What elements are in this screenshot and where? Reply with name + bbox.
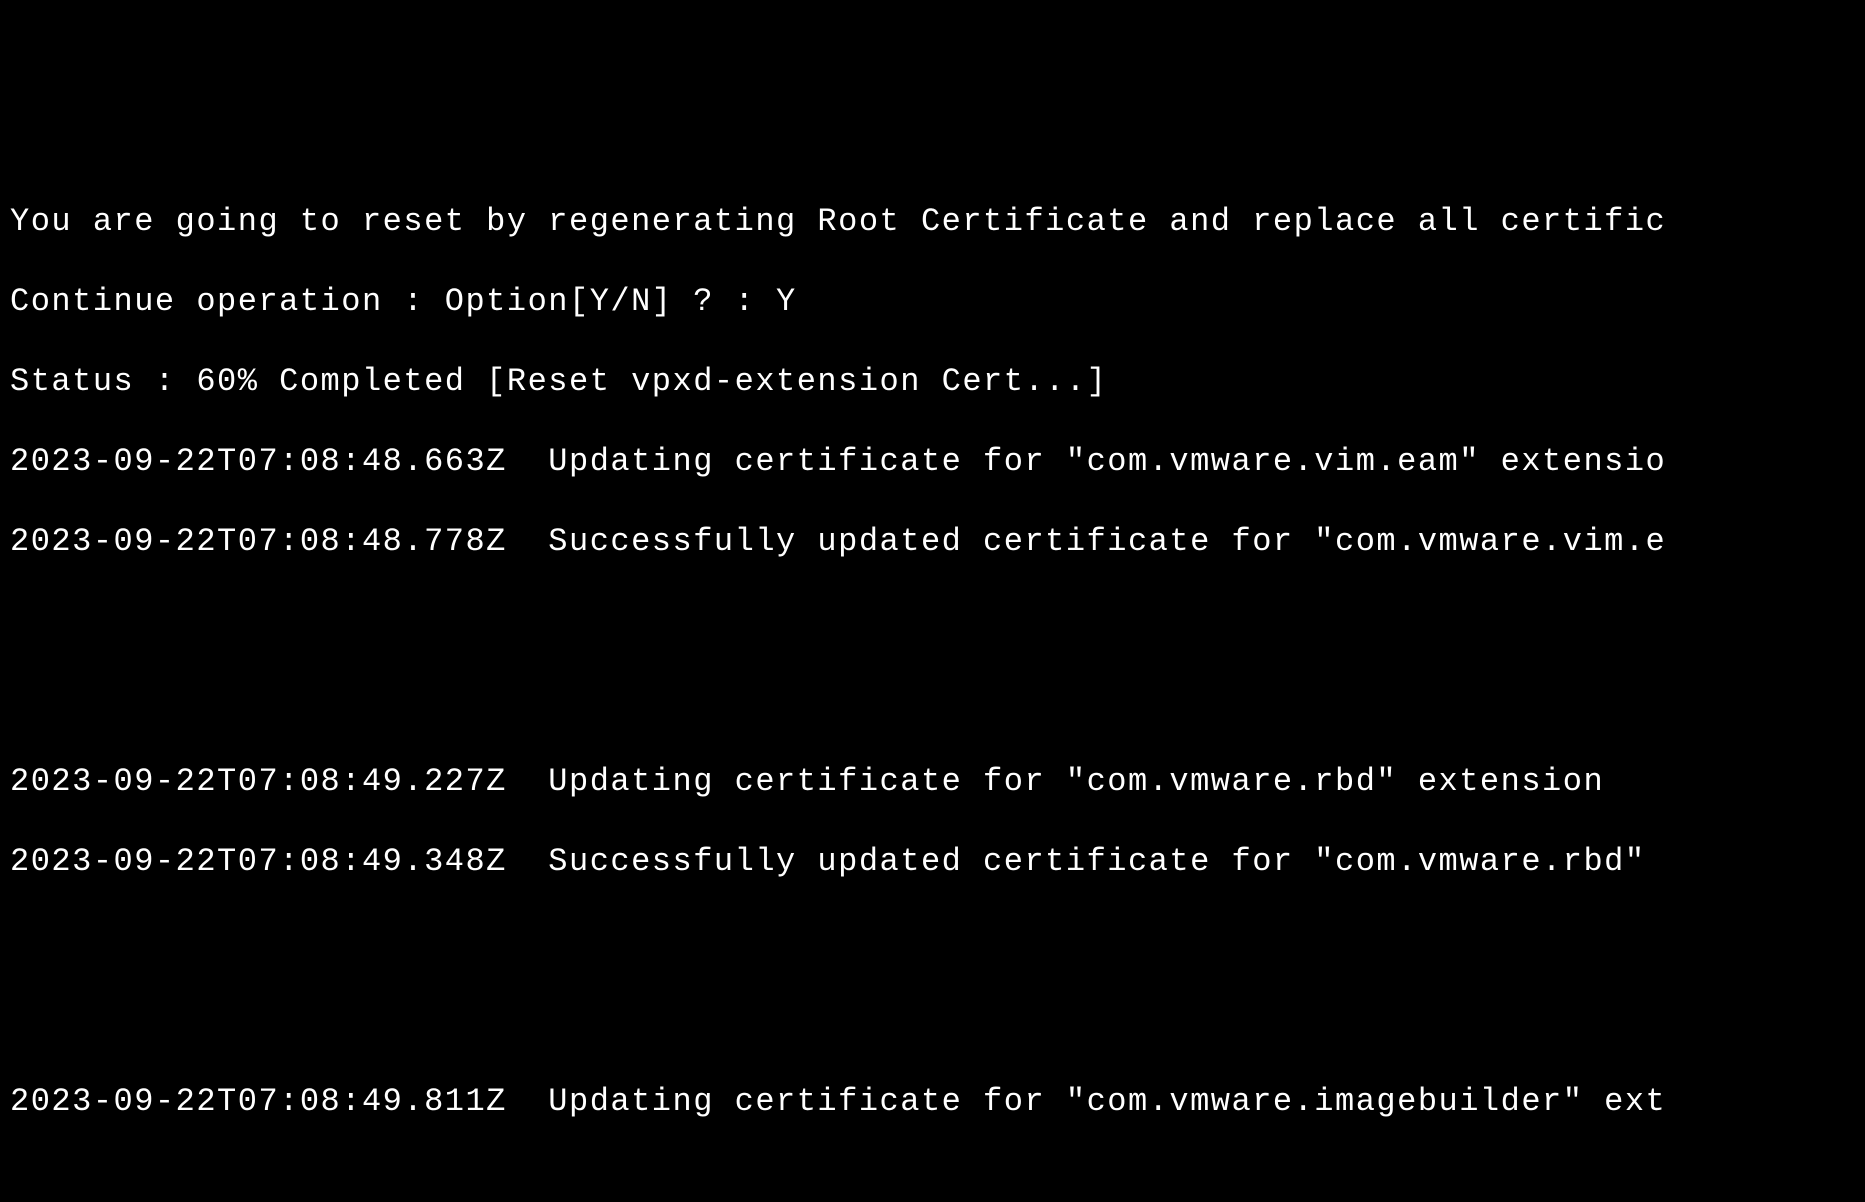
terminal-line: 2023-09-22T07:08:49.227Z Updating certif… <box>10 762 1855 802</box>
terminal-line: Continue operation : Option[Y/N] ? : Y <box>10 282 1855 322</box>
terminal-line: You are going to reset by regenerating R… <box>10 202 1855 242</box>
terminal-line: 2023-09-22T07:08:48.663Z Updating certif… <box>10 442 1855 482</box>
terminal-blank-line <box>10 1002 1855 1042</box>
terminal-line: Status : 60% Completed [Reset vpxd-exten… <box>10 362 1855 402</box>
terminal-blank-line <box>10 602 1855 642</box>
terminal-output: You are going to reset by regenerating R… <box>10 162 1855 1202</box>
terminal-blank-line <box>10 1162 1855 1202</box>
terminal-line: 2023-09-22T07:08:49.811Z Updating certif… <box>10 1082 1855 1122</box>
terminal-line: 2023-09-22T07:08:48.778Z Successfully up… <box>10 522 1855 562</box>
terminal-blank-line <box>10 922 1855 962</box>
terminal-blank-line <box>10 682 1855 722</box>
terminal-line: 2023-09-22T07:08:49.348Z Successfully up… <box>10 842 1855 882</box>
